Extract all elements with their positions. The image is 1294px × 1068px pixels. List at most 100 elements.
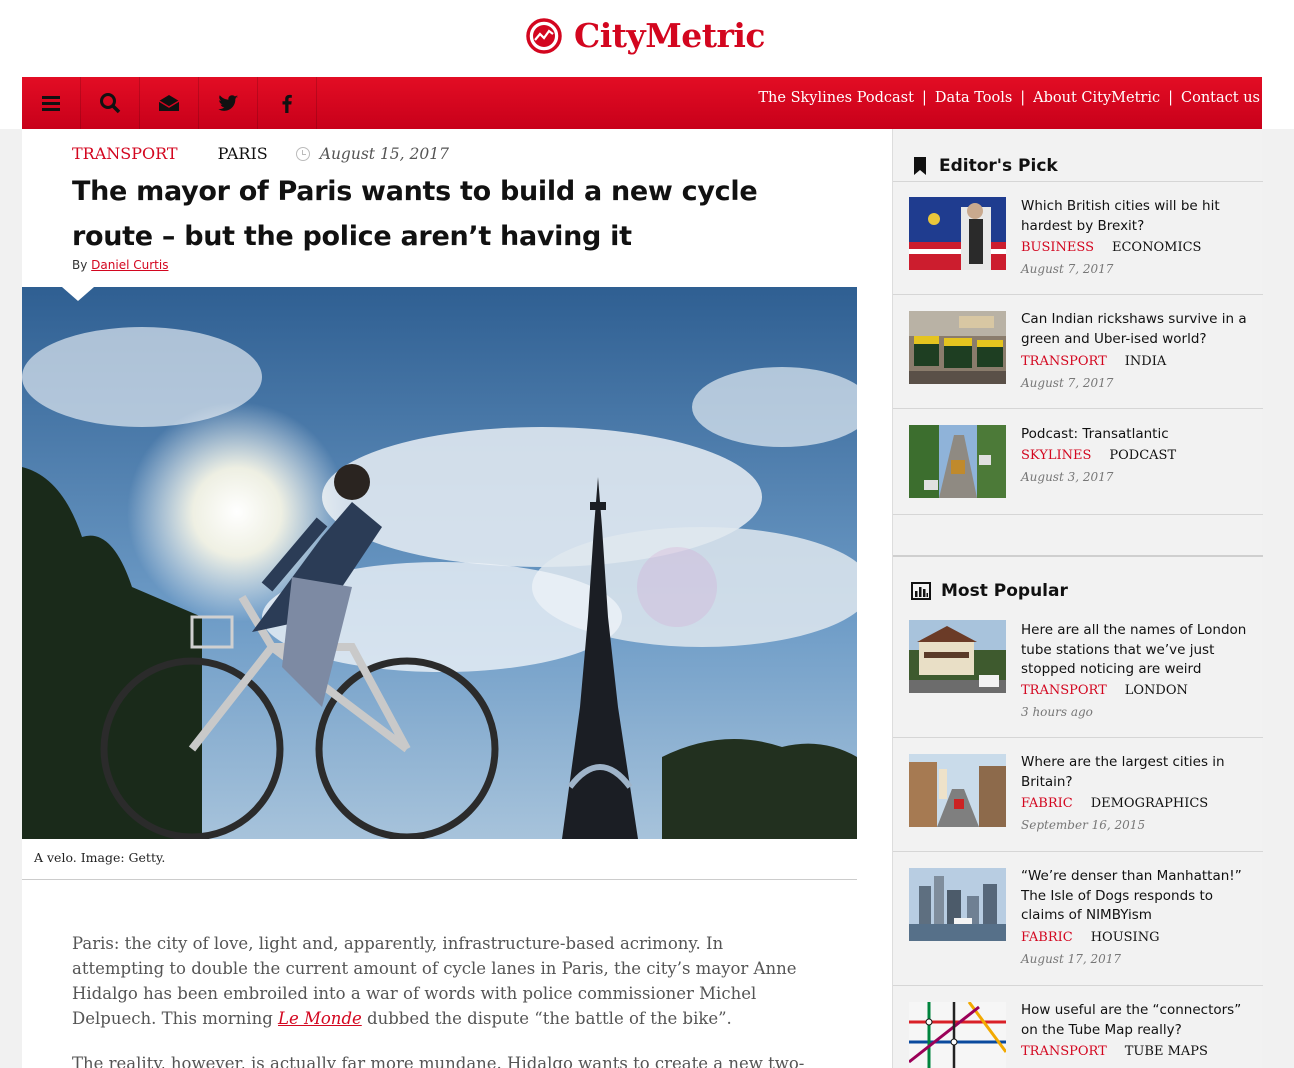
hero-image — [22, 287, 857, 839]
site-name: CityMetric — [574, 16, 766, 55]
item-tags: SKYLINES PODCAST — [1021, 448, 1176, 463]
newsletter-icon[interactable] — [140, 77, 199, 129]
tag-link[interactable]: TRANSPORT — [1021, 354, 1107, 369]
tag-link[interactable]: SKYLINES — [1021, 448, 1091, 463]
article-thumbnail — [909, 620, 1006, 693]
bookmark-icon — [914, 157, 926, 175]
rickshaw-thumbnail-image — [909, 311, 1006, 384]
nav-separator: | — [1168, 90, 1174, 106]
tag-link[interactable]: ECONOMICS — [1112, 240, 1201, 255]
twitter-icon[interactable] — [199, 77, 258, 129]
main-navbar: The Skylines Podcast | Data Tools | Abou… — [22, 77, 1262, 129]
most-popular-item[interactable]: How useful are the “connectors” on the T… — [893, 986, 1263, 1068]
tag-link[interactable]: BUSINESS — [1021, 240, 1094, 255]
caption-divider — [22, 879, 857, 880]
article-date: August 15, 2017 — [319, 144, 449, 163]
item-tags: FABRIC HOUSING — [1021, 930, 1159, 945]
item-date: 3 hours ago — [1021, 705, 1093, 719]
item-title[interactable]: “We’re denser than Manhattan!” The Isle … — [1021, 867, 1249, 926]
nav-link-data-tools[interactable]: Data Tools — [935, 90, 1012, 106]
editors-pick-title: Editor's Pick — [939, 156, 1058, 176]
tag-link[interactable]: INDIA — [1125, 354, 1166, 369]
clock-icon — [295, 146, 310, 161]
author-link[interactable]: Daniel Curtis — [91, 258, 168, 272]
nav-separator: | — [921, 90, 927, 106]
most-popular-item[interactable]: “We’re denser than Manhattan!” The Isle … — [893, 852, 1263, 986]
item-title[interactable]: Which British cities will be hit hardest… — [1021, 197, 1249, 236]
editors-pick-heading: Editor's Pick — [911, 156, 1058, 176]
most-popular-item[interactable]: Where are the largest cities in Britain?… — [893, 738, 1263, 852]
masthead: CityMetric — [0, 0, 1294, 78]
item-tags: TRANSPORT INDIA — [1021, 354, 1166, 369]
section-divider — [893, 555, 1263, 557]
city-street-thumbnail-image — [909, 754, 1006, 827]
isle-of-dogs-thumbnail-image — [909, 868, 1006, 941]
tube-map-thumbnail-image — [909, 1002, 1006, 1068]
paragraph-2: The reality, however, is actually far mo… — [72, 1054, 805, 1068]
article-place-link[interactable]: PARIS — [218, 144, 268, 163]
tag-link[interactable]: FABRIC — [1021, 930, 1073, 945]
item-date: August 7, 2017 — [1021, 262, 1114, 276]
editors-pick-item[interactable]: Podcast: Transatlantic SKYLINES PODCAST A… — [893, 409, 1263, 515]
tag-link[interactable]: FABRIC — [1021, 796, 1073, 811]
nav-links: The Skylines Podcast | Data Tools | Abou… — [758, 90, 1260, 106]
bar-chart-icon — [911, 582, 931, 600]
nav-link-skylines-podcast[interactable]: The Skylines Podcast — [758, 90, 914, 106]
nav-link-contact[interactable]: Contact us — [1181, 90, 1260, 106]
item-tags: BUSINESS ECONOMICS — [1021, 240, 1201, 255]
most-popular-heading: Most Popular — [911, 581, 1068, 601]
article-thumbnail — [909, 754, 1006, 827]
tag-link[interactable]: PODCAST — [1109, 448, 1176, 463]
article-headline: The mayor of Paris wants to build a new … — [72, 176, 758, 252]
cyclist-eiffel-tower-photo — [22, 287, 857, 839]
paragraph-1-text-b: dubbed the dispute “the battle of the bi… — [367, 1009, 732, 1028]
article-category-link[interactable]: TRANSPORT — [72, 144, 178, 163]
item-tags: TRANSPORT LONDON — [1021, 683, 1188, 698]
tag-link[interactable]: DEMOGRAPHICS — [1091, 796, 1209, 811]
tube-station-thumbnail-image — [909, 620, 1006, 693]
item-title[interactable]: Where are the largest cities in Britain? — [1021, 753, 1249, 792]
tag-link[interactable]: HOUSING — [1091, 930, 1160, 945]
item-title[interactable]: How useful are the “connectors” on the T… — [1021, 1001, 1249, 1040]
item-date: August 17, 2017 — [1021, 952, 1122, 966]
cable-car-street-thumbnail-image — [909, 425, 1006, 498]
tag-link[interactable]: TRANSPORT — [1021, 683, 1107, 698]
article-thumbnail — [909, 425, 1006, 498]
menu-icon[interactable] — [22, 77, 81, 129]
tag-link[interactable]: TUBE MAPS — [1125, 1044, 1208, 1059]
le-monde-link[interactable]: Le Monde — [278, 1009, 362, 1028]
item-tags: FABRIC DEMOGRAPHICS — [1021, 796, 1208, 811]
nav-separator: | — [1020, 90, 1026, 106]
article-thumbnail — [909, 868, 1006, 941]
most-popular-title: Most Popular — [941, 581, 1068, 601]
item-title[interactable]: Podcast: Transatlantic — [1021, 425, 1249, 445]
site-logo[interactable]: CityMetric — [526, 16, 766, 55]
item-date: September 16, 2015 — [1021, 818, 1146, 832]
article-thumbnail — [909, 1002, 1006, 1068]
editors-pick-item[interactable]: Which British cities will be hit hardest… — [893, 182, 1263, 295]
facebook-icon[interactable] — [258, 77, 317, 129]
item-date: August 7, 2017 — [1021, 376, 1114, 390]
tag-link[interactable]: LONDON — [1125, 683, 1188, 698]
nav-link-about[interactable]: About CityMetric — [1033, 90, 1160, 106]
byline-prefix: By — [72, 258, 88, 272]
item-tags: TRANSPORT TUBE MAPS — [1021, 1044, 1208, 1059]
tag-link[interactable]: TRANSPORT — [1021, 1044, 1107, 1059]
article-thumbnail — [909, 197, 1006, 270]
brexit-thumbnail-image — [909, 197, 1006, 270]
most-popular-item[interactable]: Here are all the names of London tube st… — [893, 607, 1263, 738]
paragraph-1: Paris: the city of love, light and, appa… — [72, 931, 812, 1031]
item-title[interactable]: Here are all the names of London tube st… — [1021, 621, 1249, 680]
hero-notch — [62, 287, 94, 301]
article: TRANSPORT PARIS August 15, 2017 The mayo… — [22, 129, 892, 1068]
article-body: Paris: the city of love, light and, appa… — [72, 931, 812, 1068]
editors-pick-item[interactable]: Can Indian rickshaws survive in a green … — [893, 295, 1263, 409]
sidebar: Editor's Pick Which British cities will … — [892, 129, 1263, 1068]
citymetric-logo-icon — [526, 17, 562, 54]
byline: By Daniel Curtis — [72, 258, 168, 272]
article-thumbnail — [909, 311, 1006, 384]
item-date: August 3, 2017 — [1021, 470, 1114, 484]
search-icon[interactable] — [81, 77, 140, 129]
item-title[interactable]: Can Indian rickshaws survive in a green … — [1021, 310, 1249, 349]
image-caption: A velo. Image: Getty. — [34, 850, 166, 865]
